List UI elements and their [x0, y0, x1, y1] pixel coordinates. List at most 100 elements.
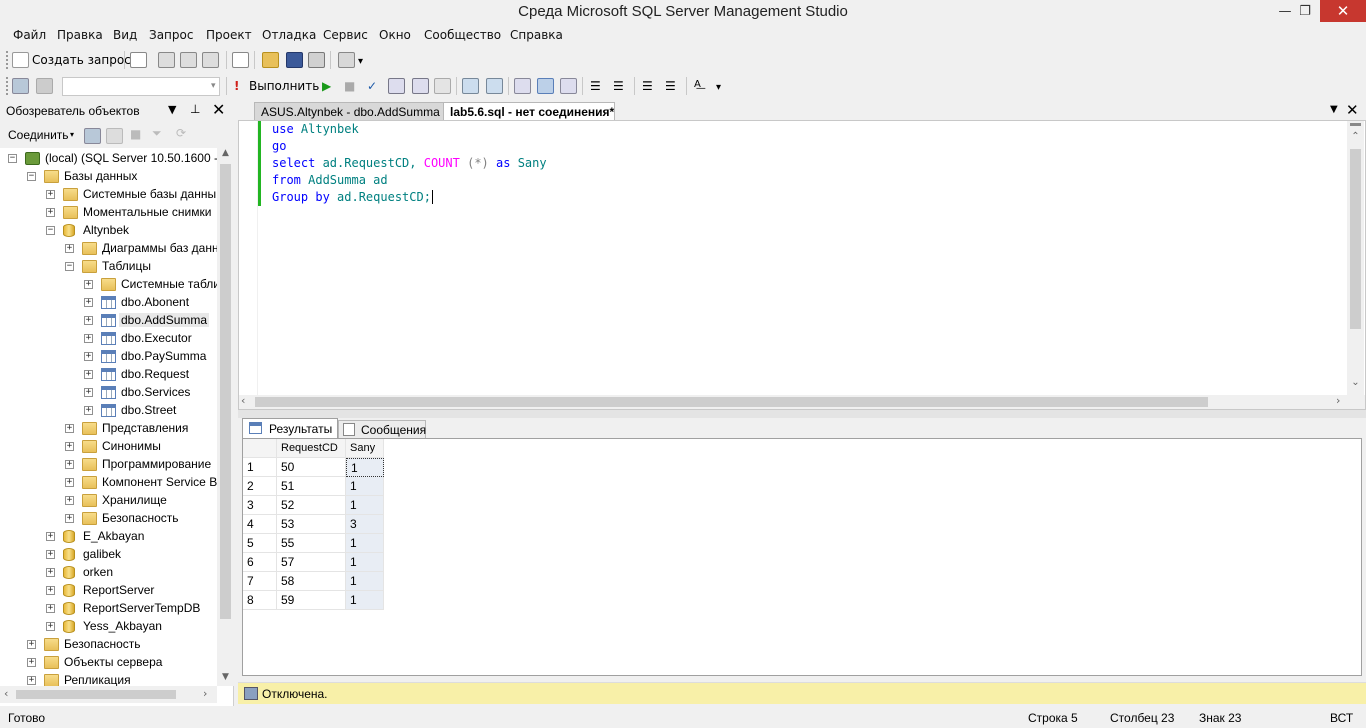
expand-icon[interactable]: +: [27, 676, 36, 685]
expand-icon[interactable]: +: [65, 478, 74, 487]
tab-query[interactable]: ASUS.Altynbek - dbo.AddSumma: [254, 102, 444, 122]
expand-icon[interactable]: +: [84, 280, 93, 289]
code-line[interactable]: go: [272, 138, 286, 155]
code-line[interactable]: from AddSumma ad: [272, 172, 388, 189]
execute-icon[interactable]: !: [234, 79, 239, 93]
tree-item[interactable]: + dbo.Request: [0, 366, 217, 384]
maximize-button[interactable]: ❐: [1288, 0, 1322, 22]
tree-item[interactable]: + Объекты сервера: [0, 654, 217, 672]
query-designer-icon[interactable]: [412, 78, 429, 94]
toolbar-grip[interactable]: [6, 77, 9, 95]
grid-cell[interactable]: 1: [346, 572, 384, 591]
results-to-text-icon[interactable]: [514, 78, 531, 94]
tree-item[interactable]: + galibek: [0, 546, 217, 564]
tree-horizontal-scrollbar[interactable]: ‹ ›: [0, 686, 217, 703]
scroll-thumb[interactable]: [220, 164, 231, 619]
tree-item[interactable]: + Безопасность: [0, 636, 217, 654]
tree-item[interactable]: + Синонимы: [0, 438, 217, 456]
expand-icon[interactable]: +: [65, 514, 74, 523]
disconnect-icon[interactable]: [106, 128, 123, 144]
new-file-icon[interactable]: [130, 52, 147, 68]
collapse-icon[interactable]: −: [46, 226, 55, 235]
expand-icon[interactable]: +: [84, 298, 93, 307]
expand-icon[interactable]: +: [46, 622, 55, 631]
grid-cell[interactable]: 3: [346, 515, 384, 534]
chevron-down-icon[interactable]: ▾: [70, 130, 74, 139]
stop-icon[interactable]: ■: [344, 79, 355, 93]
tree-item[interactable]: + Yess_Akbayan: [0, 618, 217, 636]
close-tab-icon[interactable]: ✕: [1346, 101, 1359, 119]
grid-cell[interactable]: 1: [346, 591, 384, 610]
connect-server-icon[interactable]: [84, 128, 101, 144]
tree-item[interactable]: + E_Akbayan: [0, 528, 217, 546]
scroll-right-icon[interactable]: ›: [203, 687, 207, 700]
filter-icon[interactable]: ⏷: [152, 126, 162, 141]
grid-cell[interactable]: 57: [277, 553, 346, 572]
expand-icon[interactable]: +: [84, 370, 93, 379]
tree-item[interactable]: − Altynbek: [0, 222, 217, 240]
expand-icon[interactable]: +: [84, 334, 93, 343]
row-number[interactable]: 2: [243, 477, 277, 496]
tree-item[interactable]: + Безопасность: [0, 510, 217, 528]
tree-item[interactable]: − (local) (SQL Server 10.50.1600 - A: [0, 150, 217, 168]
menu-item[interactable]: Отладка: [262, 28, 316, 42]
query-options-icon[interactable]: [434, 78, 451, 94]
estimated-plan-icon[interactable]: [388, 78, 405, 94]
menu-item[interactable]: Проект: [206, 28, 252, 42]
row-number[interactable]: 3: [243, 496, 277, 515]
expand-icon[interactable]: +: [46, 532, 55, 541]
tree-item[interactable]: + ReportServerTempDB: [0, 600, 217, 618]
collapse-icon[interactable]: −: [65, 262, 74, 271]
tree-item[interactable]: + dbo.Street: [0, 402, 217, 420]
grid-cell[interactable]: 55: [277, 534, 346, 553]
tree-item[interactable]: + Диаграммы баз данн: [0, 240, 217, 258]
code-line[interactable]: Group by ad.RequestCD;: [272, 189, 433, 206]
new-item-icon[interactable]: [232, 52, 249, 68]
menu-item[interactable]: Окно: [379, 28, 411, 42]
expand-icon[interactable]: +: [84, 316, 93, 325]
grid-cell[interactable]: 1: [346, 534, 384, 553]
activity-monitor-icon[interactable]: [338, 52, 355, 68]
menu-item[interactable]: Сервис: [323, 28, 368, 42]
expand-icon[interactable]: +: [46, 190, 55, 199]
splitter[interactable]: [238, 410, 1366, 418]
parse-check-icon[interactable]: ✓: [367, 79, 377, 93]
scroll-thumb[interactable]: [16, 690, 176, 699]
menu-item[interactable]: Сообщество: [424, 28, 501, 42]
uncomment-lines-icon[interactable]: ☰: [613, 79, 624, 93]
tree-item[interactable]: + dbo.PaySumma: [0, 348, 217, 366]
grid-cell[interactable]: 1: [346, 553, 384, 572]
query-editor[interactable]: use Altynbek go select ad.RequestCD, COUNT…: [238, 120, 1366, 410]
column-header[interactable]: RequestCD: [277, 439, 346, 458]
grid-cell[interactable]: 59: [277, 591, 346, 610]
connect-icon[interactable]: [12, 78, 29, 94]
expand-icon[interactable]: +: [46, 208, 55, 217]
scroll-up-icon[interactable]: ⌃: [1347, 131, 1364, 142]
menu-item[interactable]: Файл: [13, 28, 46, 42]
tree-item[interactable]: − Таблицы: [0, 258, 217, 276]
tree-item[interactable]: + Компонент Service B: [0, 474, 217, 492]
decrease-indent-icon[interactable]: ☰: [642, 79, 653, 93]
scroll-right-icon[interactable]: ›: [1336, 394, 1340, 407]
print-icon[interactable]: [308, 52, 325, 68]
expand-icon[interactable]: +: [84, 406, 93, 415]
pin-icon[interactable]: ⊥: [190, 102, 200, 116]
grid-cell[interactable]: 1: [346, 458, 384, 477]
scroll-left-icon[interactable]: ‹: [4, 687, 8, 700]
expand-icon[interactable]: +: [27, 640, 36, 649]
grid-cell[interactable]: 50: [277, 458, 346, 477]
scroll-thumb[interactable]: [255, 397, 1208, 407]
scroll-left-icon[interactable]: ‹: [241, 394, 245, 407]
row-number[interactable]: 5: [243, 534, 277, 553]
actual-plan-icon[interactable]: [486, 78, 503, 94]
new-query-button[interactable]: Создать запрос: [32, 53, 131, 67]
code-line[interactable]: use Altynbek: [272, 121, 359, 138]
increase-indent-icon[interactable]: ☰: [665, 79, 676, 93]
stop-icon[interactable]: ■: [130, 127, 141, 141]
toolbar-overflow-icon[interactable]: ▾: [358, 56, 363, 67]
expand-icon[interactable]: +: [65, 496, 74, 505]
menu-item[interactable]: Запрос: [149, 28, 193, 42]
collapse-icon[interactable]: −: [8, 154, 17, 163]
results-to-file-icon[interactable]: [560, 78, 577, 94]
collapse-icon[interactable]: −: [27, 172, 36, 181]
